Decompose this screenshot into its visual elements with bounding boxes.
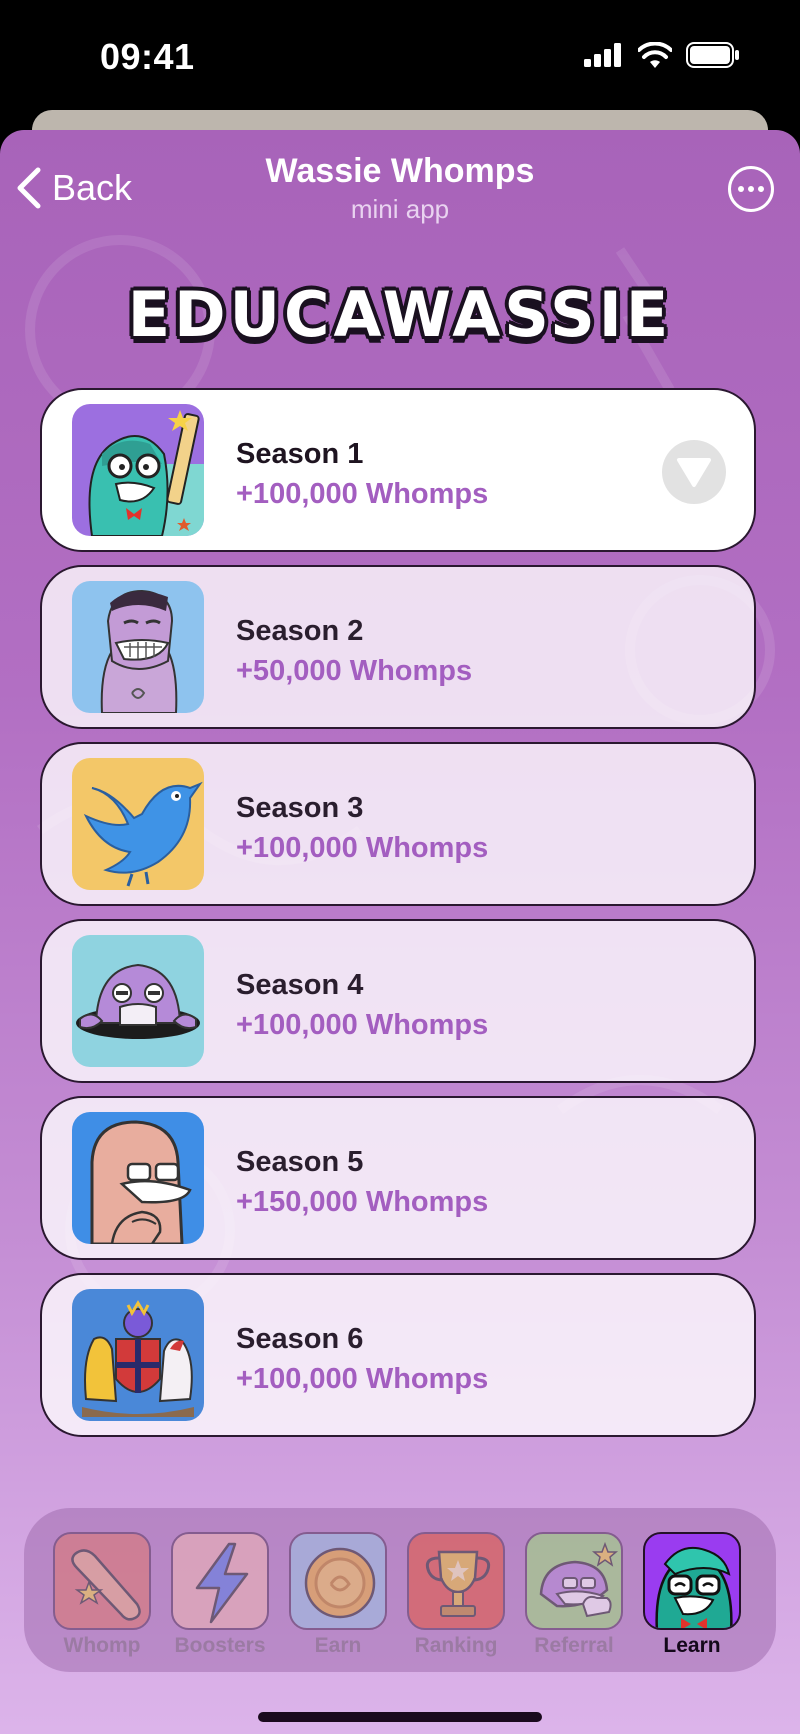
season-title: Season 3 xyxy=(236,792,364,824)
season-card-3[interactable]: Season 3 +100,000 Whomps xyxy=(40,742,756,906)
hole-wassie-icon xyxy=(72,935,204,1067)
wassie-thumbs-up-icon xyxy=(525,1532,623,1630)
trophy-icon xyxy=(407,1532,505,1630)
season-title: Season 5 xyxy=(236,1146,364,1178)
season-card-5[interactable]: Season 5 +150,000 Whomps xyxy=(40,1096,756,1260)
tab-earn[interactable]: Earn xyxy=(288,1532,388,1658)
season-title: Season 1 xyxy=(236,438,364,470)
season-reward: +150,000 Whomps xyxy=(236,1186,489,1218)
status-time: 09:41 xyxy=(100,36,195,77)
tab-whomp[interactable]: Whomp xyxy=(52,1532,152,1658)
home-indicator[interactable] xyxy=(258,1712,542,1722)
coat-of-arms-icon xyxy=(72,1289,204,1421)
play-button[interactable] xyxy=(662,440,726,504)
bottom-tab-bar: Whomp Boosters Earn Ranking Referral Lea… xyxy=(24,1508,776,1672)
teacher-wassie-icon xyxy=(72,404,204,536)
lightning-icon xyxy=(171,1532,269,1630)
nerd-wassie-icon xyxy=(643,1532,741,1630)
season-title: Season 6 xyxy=(236,1323,364,1355)
tab-ranking[interactable]: Ranking xyxy=(406,1532,506,1658)
season-reward: +100,000 Whomps xyxy=(236,1009,489,1041)
grinning-wassie-icon xyxy=(72,581,204,713)
bat-icon xyxy=(53,1532,151,1630)
tab-boosters[interactable]: Boosters xyxy=(170,1532,270,1658)
more-options-button[interactable] xyxy=(728,166,774,212)
coin-icon xyxy=(289,1532,387,1630)
more-dot xyxy=(738,186,744,192)
tab-label: Learn xyxy=(663,1634,721,1657)
battery-icon xyxy=(686,42,739,68)
tab-learn[interactable]: Learn xyxy=(642,1532,742,1658)
app-title: Wassie Whomps xyxy=(265,152,535,190)
play-icon xyxy=(677,458,711,487)
mini-app-sheet: Back Wassie Whomps mini app EDUCAWASSIE xyxy=(0,130,800,1734)
season-reward: +100,000 Whomps xyxy=(236,1363,489,1395)
tab-label: Whomp xyxy=(63,1634,141,1657)
blue-bird-icon xyxy=(72,758,204,890)
status-icons xyxy=(584,42,740,68)
season-reward: +100,000 Whomps xyxy=(236,832,489,864)
season-card-6[interactable]: Season 6 +100,000 Whomps xyxy=(40,1273,756,1437)
thinking-wassie-icon xyxy=(72,1112,204,1244)
more-dot xyxy=(758,186,764,192)
wifi-icon xyxy=(638,42,672,68)
tab-label: Referral xyxy=(534,1634,614,1657)
more-dot xyxy=(748,186,754,192)
season-card-1[interactable]: Season 1 +100,000 Whomps xyxy=(40,388,756,552)
section-headline: EDUCAWASSIE xyxy=(127,278,673,351)
app-subtitle: mini app xyxy=(350,194,450,224)
season-title: Season 4 xyxy=(236,969,364,1001)
season-card-2[interactable]: Season 2 +50,000 Whomps xyxy=(40,565,756,729)
signal-icon xyxy=(584,43,621,67)
season-card-4[interactable]: Season 4 +100,000 Whomps xyxy=(40,919,756,1083)
tab-label: Earn xyxy=(314,1634,362,1657)
tab-referral[interactable]: Referral xyxy=(524,1532,624,1658)
status-bar: 09:41 xyxy=(0,0,800,110)
tab-label: Ranking xyxy=(414,1634,498,1657)
season-reward: +50,000 Whomps xyxy=(236,655,473,687)
tab-label: Boosters xyxy=(174,1634,266,1657)
season-reward: +100,000 Whomps xyxy=(236,478,489,510)
season-title: Season 2 xyxy=(236,615,364,647)
season-list: Season 1 +100,000 Whomps Season 2 +50,00… xyxy=(40,388,760,1450)
